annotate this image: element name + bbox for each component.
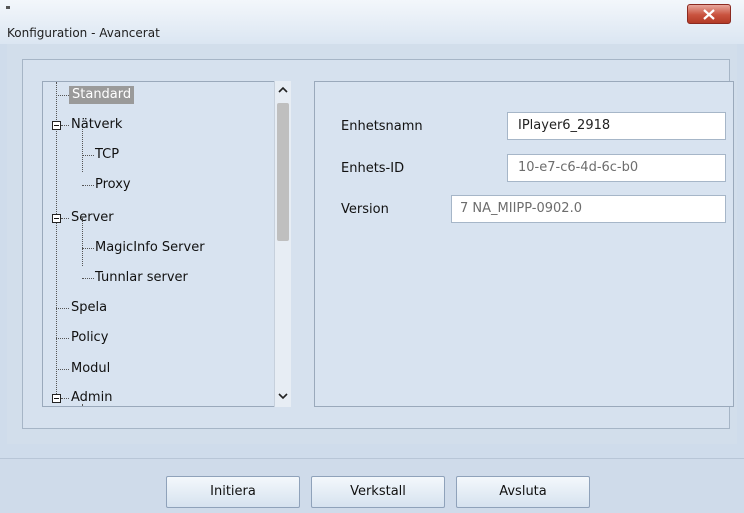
collapse-icon[interactable] (52, 121, 61, 130)
details-panel: Enhetsnamn IPlayer6_2918 Enhets-ID 10-e7… (314, 81, 734, 407)
tree-item-magicinfo-server[interactable]: MagicInfo Server (95, 239, 205, 257)
window-title: Konfiguration - Avancerat (7, 26, 160, 40)
tree-item-proxy[interactable]: Proxy (95, 176, 131, 194)
apply-button[interactable]: Verkstall (311, 476, 445, 508)
tree-item-natverk[interactable]: Nätverk (71, 116, 122, 134)
settings-tree: Standard Nätverk TCP Proxy Server MagicI… (42, 81, 287, 407)
tree-connector (82, 278, 94, 279)
device-name-label: Enhetsnamn (341, 119, 423, 134)
tree-connector (82, 248, 94, 249)
device-id-label: Enhets-ID (341, 161, 405, 176)
close-icon (703, 9, 715, 20)
initiate-button[interactable]: Initiera (166, 476, 300, 508)
tree-connector (61, 125, 69, 126)
tree-connector (56, 95, 69, 96)
tree-connector (61, 398, 69, 399)
chevron-up-icon[interactable] (275, 83, 291, 99)
tree-connector (82, 185, 94, 186)
collapse-icon[interactable] (52, 214, 61, 223)
scroll-thumb[interactable] (277, 103, 289, 241)
tree-item-tcp[interactable]: TCP (95, 146, 119, 164)
chevron-down-icon[interactable] (275, 389, 291, 405)
tree-item-spela[interactable]: Spela (71, 299, 107, 317)
tree-item-tunnlar-server[interactable]: Tunnlar server (95, 269, 188, 287)
window-corner-mark (6, 6, 10, 9)
tree-item-label: Standard (69, 86, 135, 104)
tree-connector (82, 155, 94, 156)
tree-scrollbar[interactable] (274, 81, 291, 407)
client-area: Standard Nätverk TCP Proxy Server MagicI… (7, 44, 737, 444)
tree-item-policy[interactable]: Policy (71, 329, 108, 347)
version-label: Version (341, 202, 389, 217)
exit-button[interactable]: Avsluta (456, 476, 590, 508)
tree-item-server[interactable]: Server (71, 209, 114, 227)
tree-connector (56, 338, 69, 339)
collapse-icon[interactable] (52, 394, 61, 403)
close-button[interactable] (687, 4, 731, 24)
device-id-field: 10-e7-c6-4d-6c-b0 (507, 154, 726, 182)
tree-item-standard[interactable]: Standard (69, 86, 135, 104)
tree-item-admin[interactable]: Admin (71, 389, 112, 406)
version-field: 7 NA_MIIPP-0902.0 (451, 195, 726, 223)
tree-connector (56, 369, 69, 370)
config-window: Konfiguration - Avancerat Standard Nätve… (0, 0, 744, 513)
tree-connector (56, 308, 69, 309)
main-frame: Standard Nätverk TCP Proxy Server MagicI… (22, 59, 734, 429)
tree-item-modul[interactable]: Modul (71, 360, 110, 378)
tree-connector (61, 218, 69, 219)
tree-guide-line (82, 404, 83, 406)
title-bar: Konfiguration - Avancerat (0, 0, 744, 44)
device-name-field[interactable]: IPlayer6_2918 (507, 112, 726, 140)
